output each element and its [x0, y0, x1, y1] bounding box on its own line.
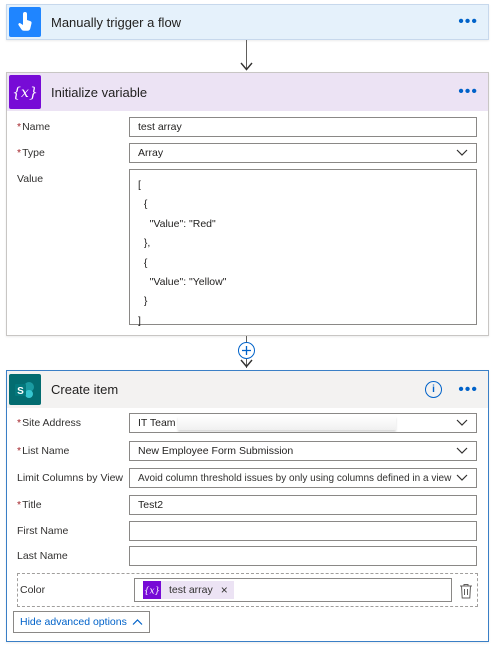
create-item-title: Create item — [51, 382, 119, 397]
chevron-down-icon — [456, 149, 468, 156]
color-label: Color — [20, 584, 46, 596]
site-address-value: IT Team - — [138, 417, 182, 429]
chevron-down-icon — [456, 471, 468, 483]
redacted-bar — [178, 416, 396, 430]
value-line: "Value": "Red" — [138, 217, 216, 230]
list-name-label: *List Name — [17, 445, 70, 457]
limit-columns-dropdown[interactable]: Avoid column threshold issues by only us… — [129, 468, 477, 488]
value-label: Value — [17, 173, 44, 185]
value-textarea[interactable]: [ { "Value": "Red" }, { "Value": "Yellow… — [129, 169, 477, 327]
delete-icon[interactable] — [459, 583, 473, 599]
initialize-variable-menu-button[interactable]: ••• — [458, 83, 478, 101]
chevron-down-icon — [456, 447, 468, 454]
value-line: { — [138, 198, 148, 211]
info-icon[interactable]: i — [425, 381, 442, 398]
variable-token-icon: {x} — [143, 581, 161, 599]
value-line: ] — [138, 314, 141, 327]
first-name-field[interactable] — [129, 521, 477, 541]
trigger-title: Manually trigger a flow — [51, 14, 182, 30]
hand-touch-icon — [9, 7, 41, 37]
create-item-card: S Create item i ••• *Site Address IT Tea… — [6, 370, 489, 642]
title-label: *Title — [17, 499, 42, 511]
title-field[interactable]: Test2 — [129, 495, 477, 515]
name-field[interactable]: test array — [129, 117, 477, 137]
sharepoint-icon: S — [9, 374, 41, 405]
initialize-variable-card: {x} Initialize variable ••• *Name test a… — [6, 72, 489, 336]
chevron-up-icon — [132, 618, 143, 625]
limit-columns-label: Limit Columns by View — [17, 472, 124, 484]
hide-advanced-options-button[interactable]: Hide advanced options — [13, 611, 150, 633]
value-line: } — [138, 295, 148, 308]
initialize-variable-header[interactable]: {x} Initialize variable ••• — [7, 73, 488, 111]
color-row: Color {x} test array × — [17, 573, 478, 607]
color-field[interactable]: {x} test array × — [134, 578, 452, 602]
chevron-down-icon — [456, 419, 468, 426]
value-line: [ — [138, 179, 141, 191]
list-name-dropdown[interactable]: New Employee Form Submission — [129, 441, 477, 461]
variable-icon: {x} — [9, 75, 41, 109]
site-address-dropdown[interactable]: IT Team - — [129, 413, 477, 433]
value-line: { — [138, 256, 148, 269]
create-item-header[interactable]: S Create item i ••• — [7, 371, 488, 408]
add-step-plus-icon[interactable] — [238, 342, 255, 359]
svg-text:{x}: {x} — [12, 85, 38, 101]
name-label: *Name — [17, 121, 51, 133]
site-address-label: *Site Address — [17, 417, 82, 429]
last-name-label: Last Name — [17, 550, 68, 562]
value-line: "Value": "Yellow" — [138, 276, 227, 289]
variable-token-label: test array — [169, 584, 213, 596]
trigger-menu-button[interactable]: ••• — [458, 13, 478, 31]
hide-advanced-options-label: Hide advanced options — [20, 616, 127, 628]
type-dropdown[interactable]: Array — [129, 143, 477, 163]
type-label: *Type — [17, 147, 45, 159]
svg-text:S: S — [17, 386, 24, 397]
connector-arrow-icon — [240, 62, 253, 71]
type-value: Array — [138, 147, 164, 159]
list-name-value: New Employee Form Submission — [138, 445, 294, 457]
connector-arrow-icon — [240, 359, 253, 368]
trigger-card[interactable]: Manually trigger a flow ••• — [6, 4, 489, 40]
svg-text:{x}: {x} — [144, 587, 160, 597]
create-item-menu-button[interactable]: ••• — [458, 381, 478, 399]
variable-token[interactable]: {x} test array × — [143, 581, 234, 599]
initialize-variable-title: Initialize variable — [51, 84, 148, 100]
remove-token-icon[interactable]: × — [221, 583, 228, 597]
first-name-label: First Name — [17, 525, 69, 537]
limit-columns-value: Avoid column threshold issues by only us… — [138, 473, 452, 484]
last-name-field[interactable] — [129, 546, 477, 566]
value-line: }, — [138, 237, 151, 250]
